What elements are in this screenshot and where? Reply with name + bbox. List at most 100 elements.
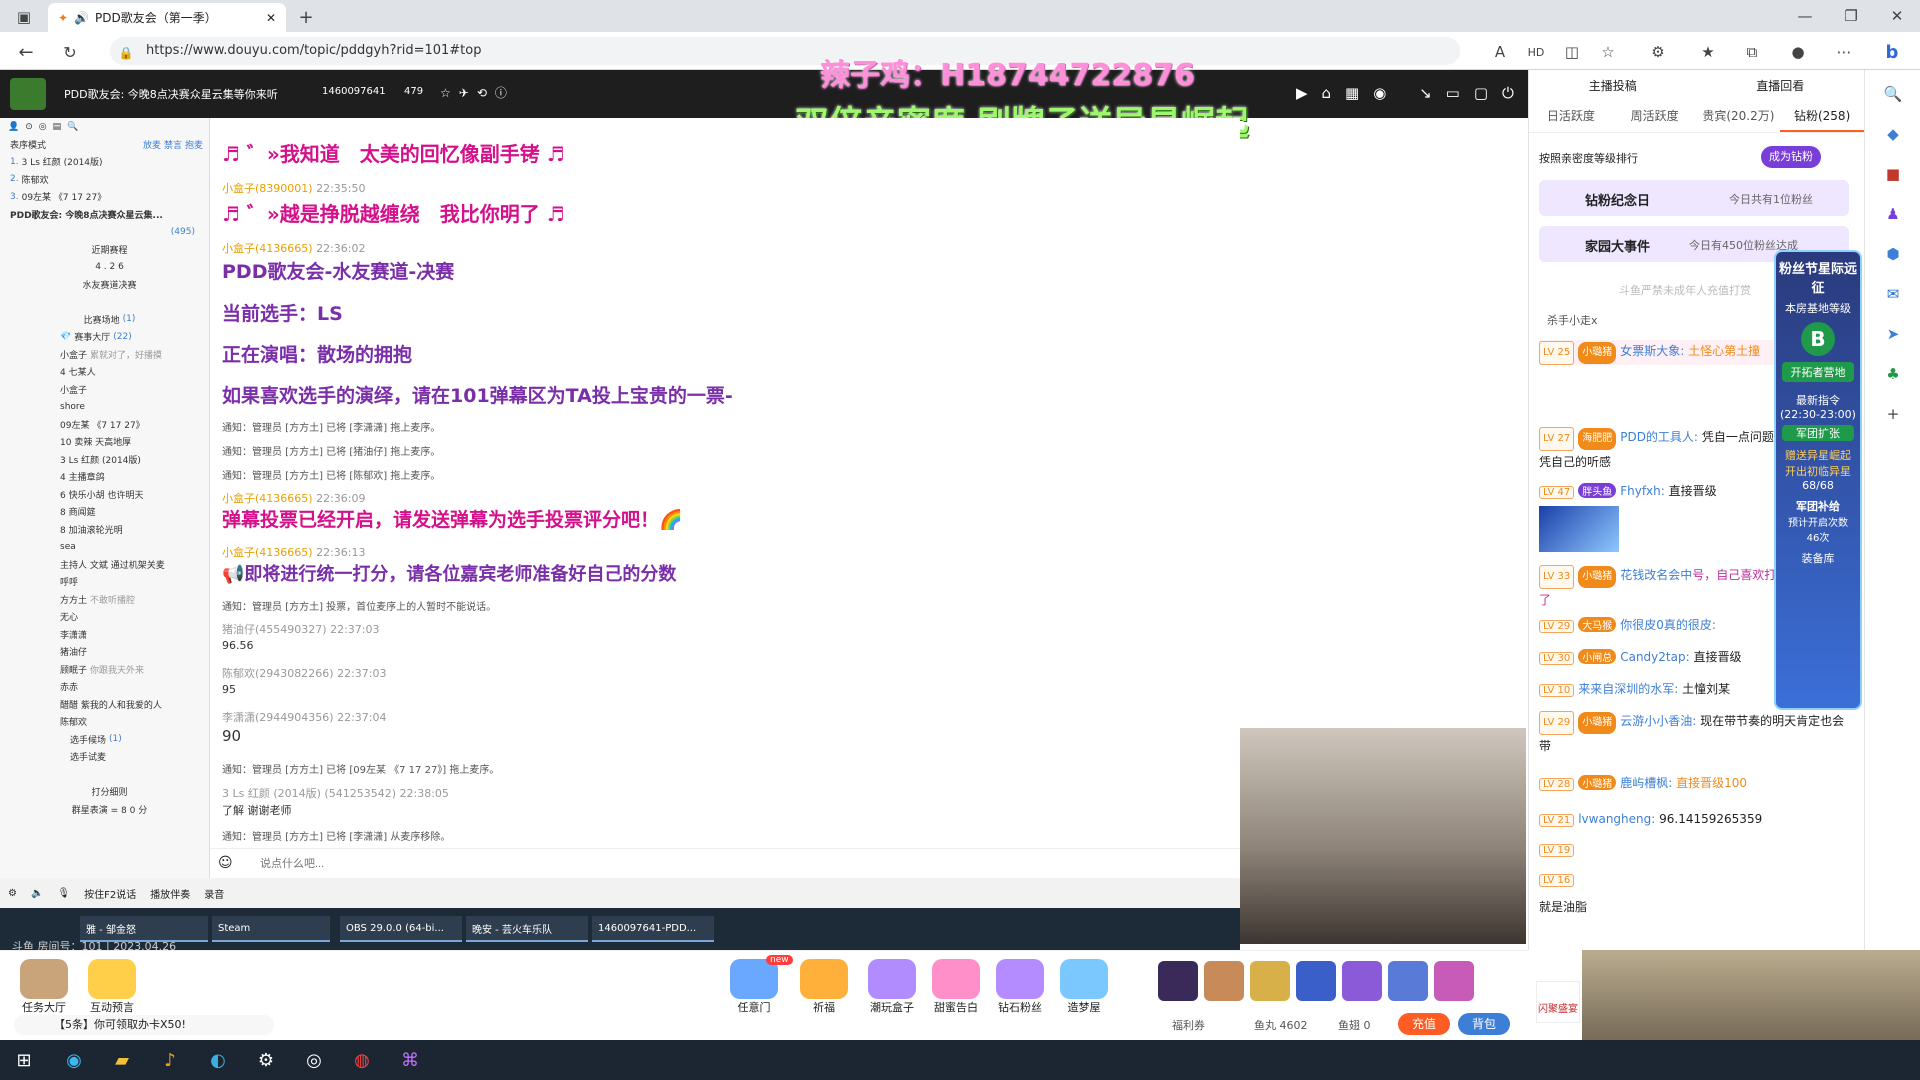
side-promo[interactable]: 闪聚盛宴: [1536, 981, 1580, 1023]
send-icon[interactable]: ➤: [1881, 322, 1905, 346]
user-row[interactable]: 10 卖辣 天高地厚: [0, 433, 209, 451]
dream-house-button[interactable]: 造梦屋: [1058, 959, 1110, 1015]
minimize-icon[interactable]: —: [1792, 4, 1818, 28]
mode-link-1[interactable]: 放麦: [143, 138, 161, 151]
user-row[interactable]: 4 七某人: [0, 363, 209, 381]
gift-item[interactable]: [1434, 961, 1474, 1001]
rank-first[interactable]: 杀手小走x: [1547, 312, 1598, 328]
netease-music-icon[interactable]: ◍: [342, 1044, 382, 1076]
user-row[interactable]: shore: [0, 398, 209, 416]
top-rank-1[interactable]: 1. 3 Ls 红颜 (2014版): [0, 153, 209, 171]
file-explorer-icon[interactable]: ▰: [102, 1044, 142, 1076]
cmd-action[interactable]: 军团扩张: [1782, 425, 1854, 441]
back-icon[interactable]: ←: [14, 40, 38, 64]
refresh-icon[interactable]: ↻: [58, 40, 82, 64]
top-rank-2[interactable]: 2. 陈郁欢: [0, 171, 209, 189]
play-label[interactable]: 播放伴奏: [150, 886, 190, 901]
schedule-title[interactable]: 近期赛程: [0, 241, 209, 259]
tree-icon[interactable]: ♣: [1881, 362, 1905, 386]
settings-icon[interactable]: ⚙: [8, 888, 17, 899]
ptt-label[interactable]: 按住F2说话: [84, 886, 136, 901]
emoji-icon[interactable]: ☺: [218, 855, 233, 871]
user-row[interactable]: 赤赤: [0, 678, 209, 696]
lock-icon[interactable]: 🔒: [118, 45, 134, 61]
gift-item[interactable]: [1388, 961, 1428, 1001]
user-row[interactable]: 无心: [0, 608, 209, 626]
toolbox-icon[interactable]: ■: [1881, 162, 1905, 186]
user-row[interactable]: sea: [0, 538, 209, 556]
user-row[interactable]: 3 Ls 红颜 (2014版): [0, 451, 209, 469]
tab-vip[interactable]: 贵宾(20.2万): [1697, 100, 1781, 132]
gift-item[interactable]: [1250, 961, 1290, 1001]
chat-input[interactable]: [260, 853, 1020, 875]
mode-label[interactable]: 表序模式: [10, 138, 46, 151]
app-icon[interactable]: ♪: [150, 1044, 190, 1076]
edge-icon[interactable]: ◉: [54, 1044, 94, 1076]
gift-item[interactable]: [1204, 961, 1244, 1001]
immersive-reader-icon[interactable]: HD: [1524, 40, 1548, 64]
user-row[interactable]: 8 加油滚轮光明: [0, 521, 209, 539]
user-row[interactable]: 陈郁欢: [0, 713, 209, 731]
tab-audio-icon[interactable]: 🔊: [74, 11, 89, 25]
tab-weekly[interactable]: 周活跃度: [1613, 100, 1697, 132]
browser-tab[interactable]: ✦ 🔊 PDD歌友会（第一季） ✕: [48, 3, 286, 32]
user-row[interactable]: 小盒子 累就对了，好播摸: [0, 346, 209, 364]
task-hall-button[interactable]: 任务大厅: [18, 959, 70, 1015]
toy-box-button[interactable]: 潮玩盒子: [866, 959, 918, 1015]
collections-icon[interactable]: ⧉: [1740, 40, 1764, 64]
become-diamond-button[interactable]: 成为钻粉: [1761, 146, 1821, 168]
anchor-submit-link[interactable]: 主播投稿: [1589, 77, 1637, 94]
record-label[interactable]: 录音: [204, 886, 224, 901]
user-row[interactable]: 呼呼: [0, 573, 209, 591]
tab-daily[interactable]: 日活跃度: [1529, 100, 1613, 132]
user-row[interactable]: 8 商闻筵: [0, 503, 209, 521]
welfare-link[interactable]: 福利券: [1172, 1017, 1205, 1033]
obs-icon[interactable]: ◎: [294, 1044, 334, 1076]
search-icon[interactable]: 🔍: [1881, 82, 1905, 106]
tip-bar[interactable]: 【5条】你可领取办卡X50!: [14, 1015, 274, 1035]
mic-icon[interactable]: 🎙: [57, 888, 70, 899]
more-menu-icon[interactable]: ⋯: [1832, 40, 1856, 64]
add-icon[interactable]: +: [1881, 402, 1905, 426]
tag-icon[interactable]: ◆: [1881, 122, 1905, 146]
venue-row[interactable]: 比赛场地 (1): [0, 311, 209, 329]
sub-channel-2[interactable]: 选手试麦: [0, 748, 209, 766]
windows-start-icon[interactable]: ⊞: [4, 1044, 44, 1076]
gift-item[interactable]: [1296, 961, 1336, 1001]
user-row[interactable]: 主持人 文斌 通过机架关麦: [0, 556, 209, 574]
hall-row[interactable]: 💎 赛事大厅 (22): [0, 328, 209, 346]
user-row[interactable]: 猪油仔: [0, 643, 209, 661]
pioneer-button[interactable]: 开拓者营地: [1782, 362, 1854, 382]
sub-channel-1[interactable]: 选手候场 (1): [0, 731, 209, 749]
favorites-icon[interactable]: ★: [1696, 40, 1720, 64]
user-row[interactable]: 09左某 《7 17 27》: [0, 416, 209, 434]
portal-button[interactable]: 任意门: [728, 959, 780, 1015]
outlook-icon[interactable]: ✉: [1881, 282, 1905, 306]
app-icon[interactable]: ◐: [198, 1044, 238, 1076]
diamond-fan-button[interactable]: 钻石粉丝: [994, 959, 1046, 1015]
window-menu-icon[interactable]: ▣: [10, 6, 38, 28]
mode-link-2[interactable]: 禁言: [164, 138, 182, 151]
sweet-confession-button[interactable]: 甜蜜告白: [930, 959, 982, 1015]
speaker-icon[interactable]: 🔈: [31, 888, 43, 899]
anniversary-banner[interactable]: 钻粉纪念日 今日共有1位粉丝: [1539, 180, 1849, 216]
title-actions[interactable]: ☆✈⟲ⓘ: [440, 84, 515, 101]
office-icon[interactable]: ⬢: [1881, 242, 1905, 266]
games-icon[interactable]: ♟: [1881, 202, 1905, 226]
mode-link-3[interactable]: 抱麦: [185, 138, 203, 151]
user-row[interactable]: 醋醋 紫我的人和我爱的人: [0, 696, 209, 714]
channel-root[interactable]: PDD歌友会: 今晚8点决赛众星云集...: [0, 206, 209, 224]
user-row[interactable]: 方方土 不敢听播腔: [0, 591, 209, 609]
copilot-icon[interactable]: b: [1878, 38, 1906, 66]
user-row[interactable]: 6 快乐小胡 也许明天: [0, 486, 209, 504]
new-tab-icon[interactable]: +: [292, 6, 320, 28]
read-aloud-icon[interactable]: A: [1488, 40, 1512, 64]
pray-button[interactable]: 祈福: [798, 959, 850, 1015]
split-screen-icon[interactable]: ◫: [1560, 40, 1584, 64]
recharge-button[interactable]: 充值: [1398, 1013, 1450, 1035]
gift-item[interactable]: [1342, 961, 1382, 1001]
top-rank-3[interactable]: 3. 09左某 《7 17 27》: [0, 188, 209, 206]
armory[interactable]: 装备库: [1776, 550, 1860, 566]
replay-link[interactable]: 直播回看: [1756, 77, 1804, 94]
user-row[interactable]: 4 主播章鸽: [0, 468, 209, 486]
